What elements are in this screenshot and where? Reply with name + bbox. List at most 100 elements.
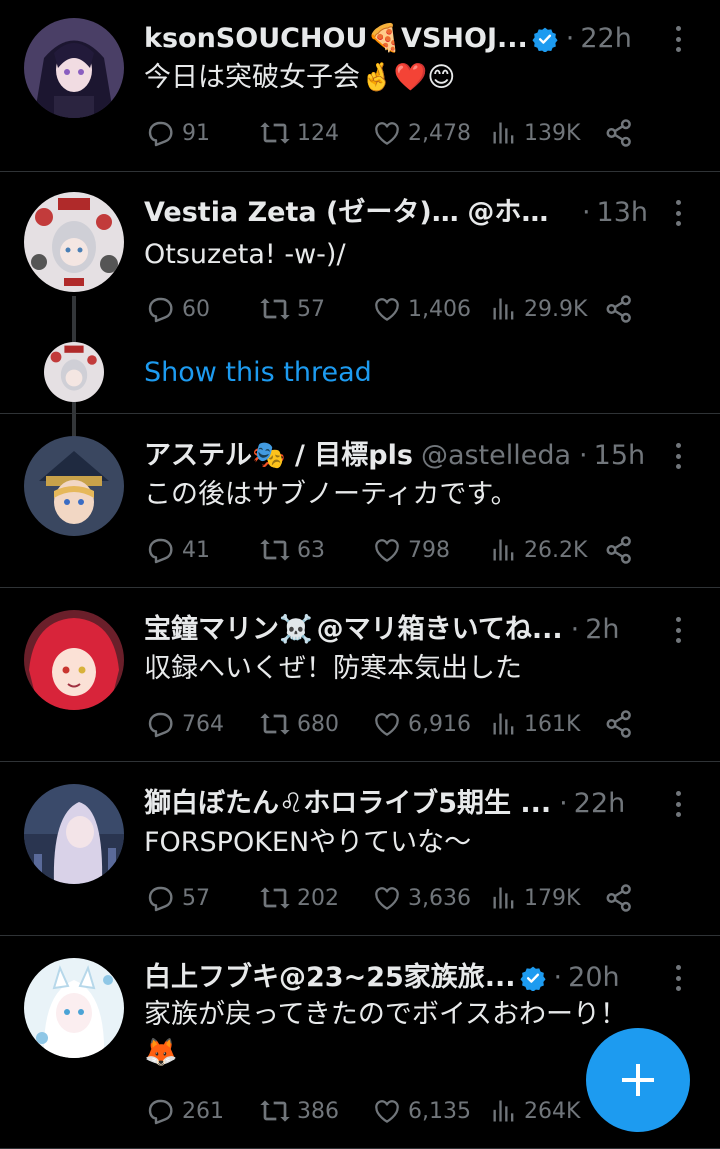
views-icon [490,710,518,738]
display-name[interactable]: 獅白ぼたん♌ホロライブ5期生 ... [144,784,551,824]
timestamp[interactable]: 2h [585,610,619,650]
avatar[interactable] [24,784,124,884]
tweet-card[interactable]: ksonSOUCHOU🍕VSHOJ... · 22h 今日は突破女子会🤞❤️😊 … [0,0,720,172]
reply-button[interactable]: 261 [144,1091,224,1131]
compose-button[interactable] [586,1028,690,1132]
views-button[interactable]: 161K [490,704,580,744]
retweet-button[interactable]: 63 [259,530,325,570]
tweet-text: この後はサブノーティカです。 [144,479,518,510]
more-icon[interactable] [666,789,690,819]
reply-icon [144,882,176,914]
heart-icon [372,294,402,324]
view-count: 29.9K [524,296,588,322]
avatar[interactable] [44,342,104,402]
reply-button[interactable]: 91 [144,113,210,153]
views-button[interactable]: 139K [490,113,580,153]
share-button[interactable] [604,530,640,570]
views-button[interactable]: 264K [490,1091,580,1131]
avatar[interactable] [24,958,124,1058]
retweet-count: 57 [297,296,325,322]
like-button[interactable]: 798 [372,530,450,570]
timestamp[interactable]: 22h [574,784,625,824]
like-count: 3,636 [408,885,471,911]
retweet-button[interactable]: 202 [259,878,339,918]
reply-button[interactable]: 60 [144,289,210,329]
like-button[interactable]: 6,135 [372,1091,471,1131]
share-button[interactable] [604,878,640,918]
reply-button[interactable]: 57 [144,878,210,918]
timestamp[interactable]: 15h [594,436,645,476]
share-icon [604,883,634,913]
tweet-header: Vestia Zeta (ゼータ) 📜 @ホロ... · 13h [144,193,648,233]
tweet-card[interactable]: アステル🎭 / 目標pls @astelleda · 15h この後はサブノーテ… [0,414,720,588]
retweet-button[interactable]: 57 [259,289,325,329]
heart-icon [372,1096,402,1126]
show-thread-link[interactable]: Show this thread [144,353,372,393]
more-icon[interactable] [666,615,690,645]
share-button[interactable] [604,113,640,153]
retweet-button[interactable]: 124 [259,113,339,153]
views-icon [490,119,518,147]
view-count: 161K [524,711,581,737]
avatar[interactable] [24,18,124,118]
views-icon [490,295,518,323]
dot-separator: · [553,962,563,993]
display-name[interactable]: アステル🎭 / 目標pls [144,436,413,476]
like-button[interactable]: 2,478 [372,113,471,153]
user-handle[interactable]: @astelleda [421,436,571,476]
tweet-header: 白上フブキ@23~25家族旅... · 20h [144,958,648,998]
like-count: 798 [408,537,450,563]
more-icon[interactable] [666,963,690,993]
more-icon[interactable] [666,198,690,228]
like-button[interactable]: 3,636 [372,878,471,918]
timestamp[interactable]: 13h [597,193,648,233]
heart-icon [372,535,402,565]
more-icon[interactable] [666,441,690,471]
share-button[interactable] [604,289,640,329]
retweet-icon [259,293,291,325]
reply-button[interactable]: 764 [144,704,224,744]
action-bar: 91 124 2,478 139K [144,113,634,153]
timestamp[interactable]: 22h [580,19,631,59]
reply-button[interactable]: 41 [144,530,210,570]
tweet-card[interactable]: 宝鐘マリン☠️ @マリ箱きいてね... · 2h 収録へいくぜ！防寒本気出した … [0,588,720,762]
more-icon[interactable] [666,24,690,54]
views-button[interactable]: 26.2K [490,530,587,570]
display-name[interactable]: 宝鐘マリン☠️ [144,610,313,650]
reply-count: 91 [182,120,210,146]
share-button[interactable] [604,704,640,744]
views-button[interactable]: 29.9K [490,289,587,329]
views-button[interactable]: 179K [490,878,580,918]
display-name[interactable]: Vestia Zeta (ゼータ) 📜 [144,193,459,233]
display-name[interactable]: 白上フブキ@23~25家族旅... [144,958,516,998]
like-button[interactable]: 6,916 [372,704,471,744]
retweet-button[interactable]: 680 [259,704,339,744]
share-icon [604,535,634,565]
timestamp[interactable]: 20h [568,958,619,998]
view-count: 26.2K [524,537,588,563]
reply-icon [144,1095,176,1127]
avatar[interactable] [24,610,124,710]
retweet-icon [259,1095,291,1127]
dot-separator: · [565,23,575,54]
display-name[interactable]: ksonSOUCHOU🍕VSHOJ... [144,19,528,59]
heart-icon [372,118,402,148]
views-icon [490,536,518,564]
action-bar: 57 202 3,636 179K [144,878,634,918]
action-bar: 60 57 1,406 29.9K [144,289,634,329]
share-icon [604,118,634,148]
reply-count: 60 [182,296,210,322]
retweet-icon [259,708,291,740]
user-handle[interactable]: @ホロ... [467,193,574,233]
avatar[interactable] [24,436,124,536]
retweet-count: 202 [297,885,339,911]
tweet-card[interactable]: Vestia Zeta (ゼータ) 📜 @ホロ... · 13h Otsuzet… [0,172,720,510]
avatar[interactable] [24,192,124,292]
user-handle[interactable]: @マリ箱きいてね... [317,610,563,650]
retweet-button[interactable]: 386 [259,1091,339,1131]
tweet-header: アステル🎭 / 目標pls @astelleda · 15h [144,436,648,476]
dot-separator: · [559,788,568,819]
tweet-card[interactable]: 獅白ぼたん♌ホロライブ5期生 ... · 22h FORSPOKENやりていな～… [0,762,720,936]
like-button[interactable]: 1,406 [372,289,471,329]
tweet-text: Otsuzeta! -w-)/ [144,239,346,270]
